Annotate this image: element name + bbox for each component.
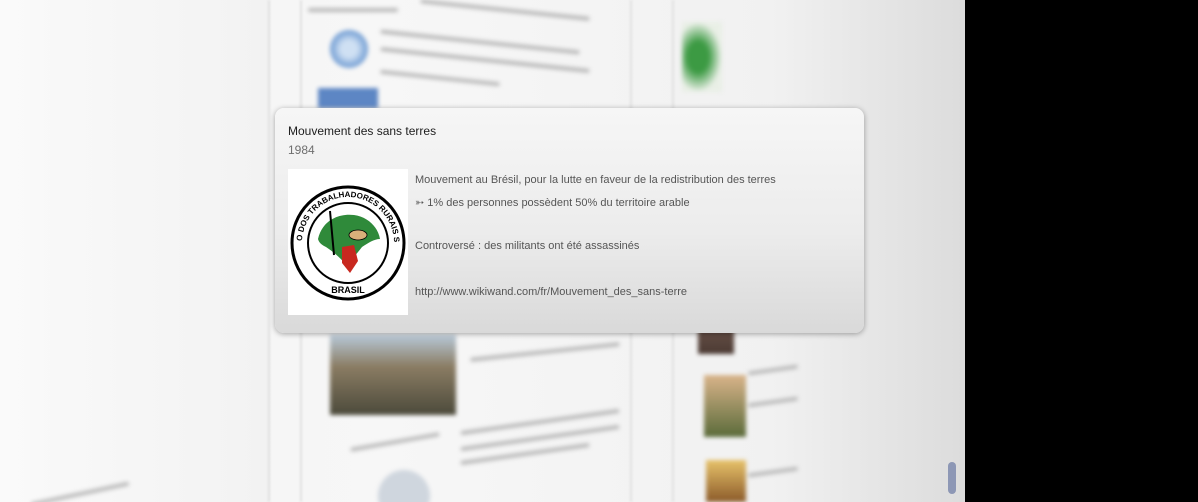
- info-popup-card: Mouvement des sans terres 1984 MOVIMENTO…: [275, 108, 864, 333]
- description-line: Mouvement au Brésil, pour la lutte en fa…: [415, 174, 776, 186]
- text-line: [308, 8, 398, 12]
- controversy-line: Controversé : des militants ont été assa…: [415, 240, 640, 252]
- hat-shape: [348, 229, 368, 241]
- mst-logo-svg: MOVIMENTO DOS TRABALHADORES RURAIS SEM T…: [285, 162, 406, 301]
- divider: [268, 0, 270, 502]
- text-line: [747, 466, 799, 478]
- scrollbar-thumb[interactable]: [948, 462, 956, 494]
- people-photo: [330, 335, 456, 415]
- logo-brasil-text: BRASIL: [331, 285, 365, 295]
- text-line: [747, 396, 799, 408]
- popup-title: Mouvement des sans terres: [288, 124, 437, 138]
- text-line: [350, 432, 440, 452]
- page-margin: [0, 0, 270, 502]
- statistic-line: ➳ 1% des personnes possèdent 50% du terr…: [415, 197, 690, 209]
- text-line: [420, 0, 590, 21]
- thumbnail-image: [704, 375, 746, 437]
- source-link[interactable]: http://www.wikiwand.com/fr/Mouvement_des…: [415, 286, 687, 298]
- un-emblem-image: [330, 30, 368, 68]
- popup-year: 1984: [288, 143, 315, 157]
- thumbnail-image: [706, 460, 746, 502]
- globe-image: [378, 470, 430, 502]
- un-banner-image: [318, 88, 378, 108]
- text-line: [747, 364, 799, 376]
- map-image: [682, 22, 722, 92]
- text-line: [470, 342, 620, 362]
- mst-logo-image: MOVIMENTO DOS TRABALHADORES RURAIS SEM T…: [285, 162, 408, 315]
- text-line: [380, 69, 500, 87]
